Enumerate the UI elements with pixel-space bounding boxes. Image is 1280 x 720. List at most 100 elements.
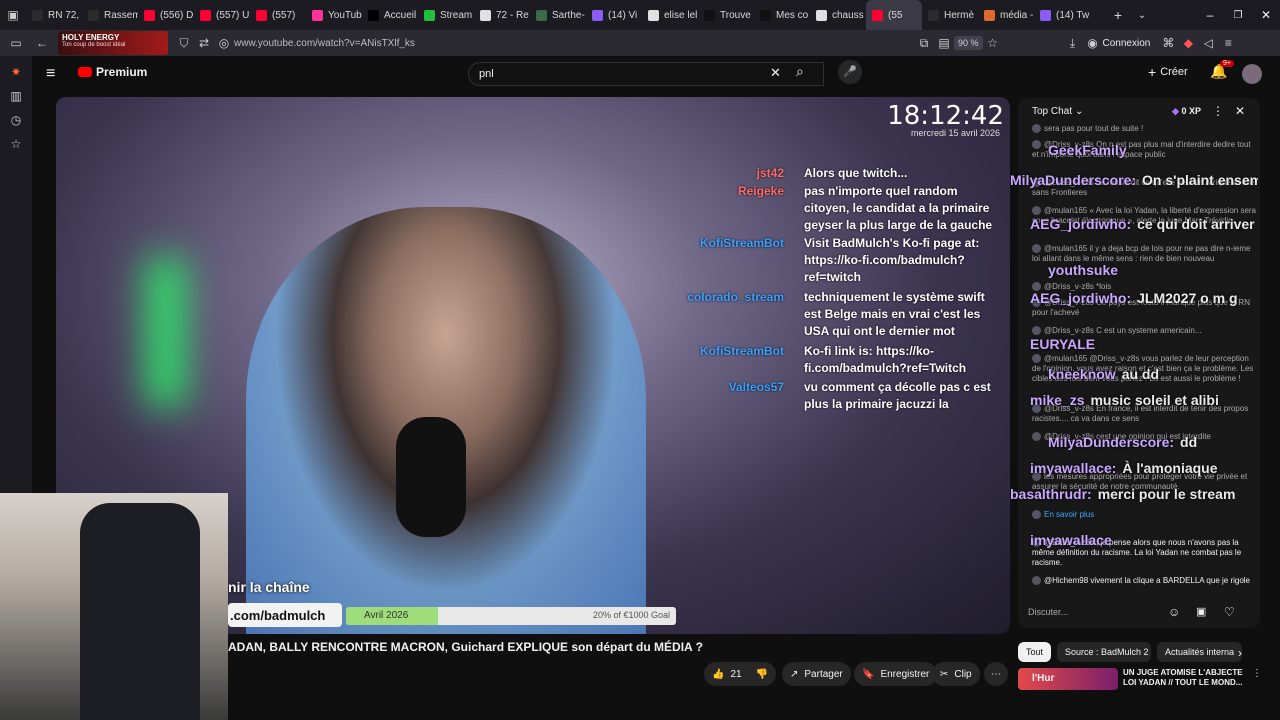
browser-tab[interactable]: RN 72, [26,0,82,30]
downloads-icon[interactable]: ⤓ [1063,33,1083,53]
extension-puzzle-icon[interactable]: ⌘ [1158,33,1178,53]
new-tab-button[interactable]: + [1106,7,1130,23]
tab-favicon-icon [368,9,379,21]
browser-tab[interactable]: chauss [810,0,866,30]
shield-icon[interactable]: ⛉ [174,33,194,53]
chat-more-icon[interactable]: ⋮ [1212,104,1224,118]
chat-message-text: En savoir plus [1044,510,1095,519]
share-button[interactable]: ↗ Partager [782,662,851,686]
browser-tab[interactable]: Trouve [698,0,754,30]
synced-tabs-icon[interactable]: ▥ [0,84,32,108]
browser-tab[interactable]: Mes co [754,0,810,30]
chat-message: En savoir plus [1032,510,1258,520]
bookmark-star-icon[interactable]: ☆ [983,33,1003,53]
search-icon[interactable]: ⌕ [796,63,804,80]
like-button[interactable]: 👍 21 👎 [704,662,777,686]
tab-list-icon[interactable]: ▣ [0,5,26,25]
back-icon[interactable]: ← [32,33,52,53]
browser-tab[interactable]: (55 [866,0,922,30]
browser-tab[interactable]: média - [978,0,1034,30]
emoji-icon[interactable]: ☺ [1168,605,1180,619]
sidebar-toggle-icon[interactable]: ▭ [0,33,32,53]
filter-chip[interactable]: Tout [1018,642,1052,662]
clip-button[interactable]: ✂ Clip [932,662,980,686]
tab-favicon-icon [648,9,659,21]
browser-tab[interactable]: (556) D [138,0,194,30]
chat-message: sera pas pour tout de suite ! [1032,124,1258,134]
permissions-icon[interactable]: ⇄ [194,33,214,53]
overlay-chat-username: GeekFamily [1048,142,1127,158]
close-window-button[interactable]: ✕ [1252,8,1280,22]
more-actions-button[interactable]: ⋯ [984,662,1008,686]
extension-red-icon[interactable]: ◆ [1178,33,1198,53]
ad-logo-banner: HOLY ENERGY Ton coup de boost idéal [58,31,168,55]
browser-tab[interactable]: elise lel [642,0,698,30]
browser-tab[interactable]: YouTub [306,0,362,30]
lock-icon[interactable]: ◎ [214,33,234,53]
tab-favicon-icon [480,9,491,21]
reader-view-icon[interactable]: ▤ [934,33,954,53]
signin-button[interactable]: Connexion [1103,38,1151,49]
overlay-chat-text: JLM2027 o m g [1137,290,1238,306]
tab-label: chauss [832,9,864,21]
browser-tab[interactable]: (14) Vi [586,0,642,30]
minimize-window-button[interactable]: – [1196,8,1224,22]
chips-next-icon[interactable]: › [1238,646,1242,660]
share-icon: ↗ [790,668,799,680]
overlay-chat-line: MilyaDunderscore: dd [1048,434,1197,450]
thumbs-down-icon[interactable]: 👎 [756,669,768,680]
overlay-chat-text: merci pour le stream [1097,486,1236,502]
account-icon[interactable]: ◉ [1083,33,1103,53]
overlay-chat-line: AEG_jordiwho: JLM2027 o m g [1030,290,1238,306]
mute-icon[interactable]: ◁ [1198,33,1218,53]
stream-chat-text: vu comment ça décolle pas c est plus la … [804,380,991,411]
tab-favicon-icon [872,9,883,21]
browser-tab[interactable]: 72 - Re [474,0,530,30]
browser-tab[interactable]: (557) U [194,0,250,30]
tab-favicon-icon [816,9,827,21]
save-button[interactable]: 🔖 Enregistrer [854,662,938,686]
link-banner: .com/badmulch [228,603,342,627]
voice-search-icon[interactable]: 🎤 [838,60,862,84]
tab-label: (14) Tw [1056,9,1090,21]
zoom-level-badge[interactable]: 90 % [954,36,983,50]
chat-mode-label: Top Chat [1032,106,1073,117]
create-button[interactable]: + Créer [1148,64,1188,80]
bookmarks-icon[interactable]: ☆ [0,132,32,156]
chat-close-icon[interactable]: ✕ [1235,104,1245,118]
chat-message-text: @Hichem98 vivement la clique a BARDELLA … [1044,576,1251,585]
browser-tab[interactable]: Stream [418,0,474,30]
chat-message-text: sera pas pour tout de suite ! [1044,124,1144,133]
maximize-window-button[interactable]: ❐ [1224,10,1252,21]
tab-favicon-icon [88,9,99,21]
gift-icon[interactable]: ▣ [1196,605,1206,618]
browser-tab[interactable]: (14) Tw [1034,0,1090,30]
stream-chat-username: jst42 [756,166,784,180]
tab-overflow-icon[interactable]: ⌄ [1130,10,1154,21]
browser-tab[interactable]: (557) [250,0,306,30]
overlay-chat-username: MilyaDunderscore: [1010,172,1137,188]
browser-tab[interactable]: Sarthe- [530,0,586,30]
filter-chip[interactable]: Actualités interna [1157,642,1243,662]
picture-in-picture-icon[interactable]: ⧉ [914,33,934,53]
url-field[interactable]: www.youtube.com/watch?v=ANisTXlf_ks [234,38,914,49]
menu-hamburger-icon[interactable]: ≡ [46,65,55,83]
clear-search-icon[interactable]: ✕ [770,65,781,81]
history-icon[interactable]: ◷ [0,108,32,132]
browser-tab[interactable]: Accueil [362,0,418,30]
recommended-more-icon[interactable]: ⋮ [1252,668,1262,679]
filter-chip[interactable]: Source : BadMulch 2 [1057,642,1152,662]
ai-sparkle-icon[interactable]: ✷ [0,60,32,84]
chat-mode-dropdown[interactable]: Top Chat ⌄ [1032,106,1083,117]
tab-favicon-icon [424,9,435,21]
browser-tab[interactable]: Rassem [82,0,138,30]
chat-input[interactable]: Discuter... [1028,602,1168,622]
heart-icon[interactable]: ♡ [1224,605,1235,619]
xp-badge[interactable]: ◆ 0 XP [1172,106,1201,117]
recommended-video[interactable]: l'Hur UN JUGE ATOMISE L'ABJECTE LOI YADA… [1018,668,1268,690]
browser-menu-icon[interactable]: ≡ [1218,33,1238,53]
browser-tab[interactable]: Hermè [922,0,978,30]
tab-label: elise lel [664,9,698,21]
user-avatar[interactable] [1242,64,1262,84]
youtube-logo[interactable]: Premium [78,65,147,79]
